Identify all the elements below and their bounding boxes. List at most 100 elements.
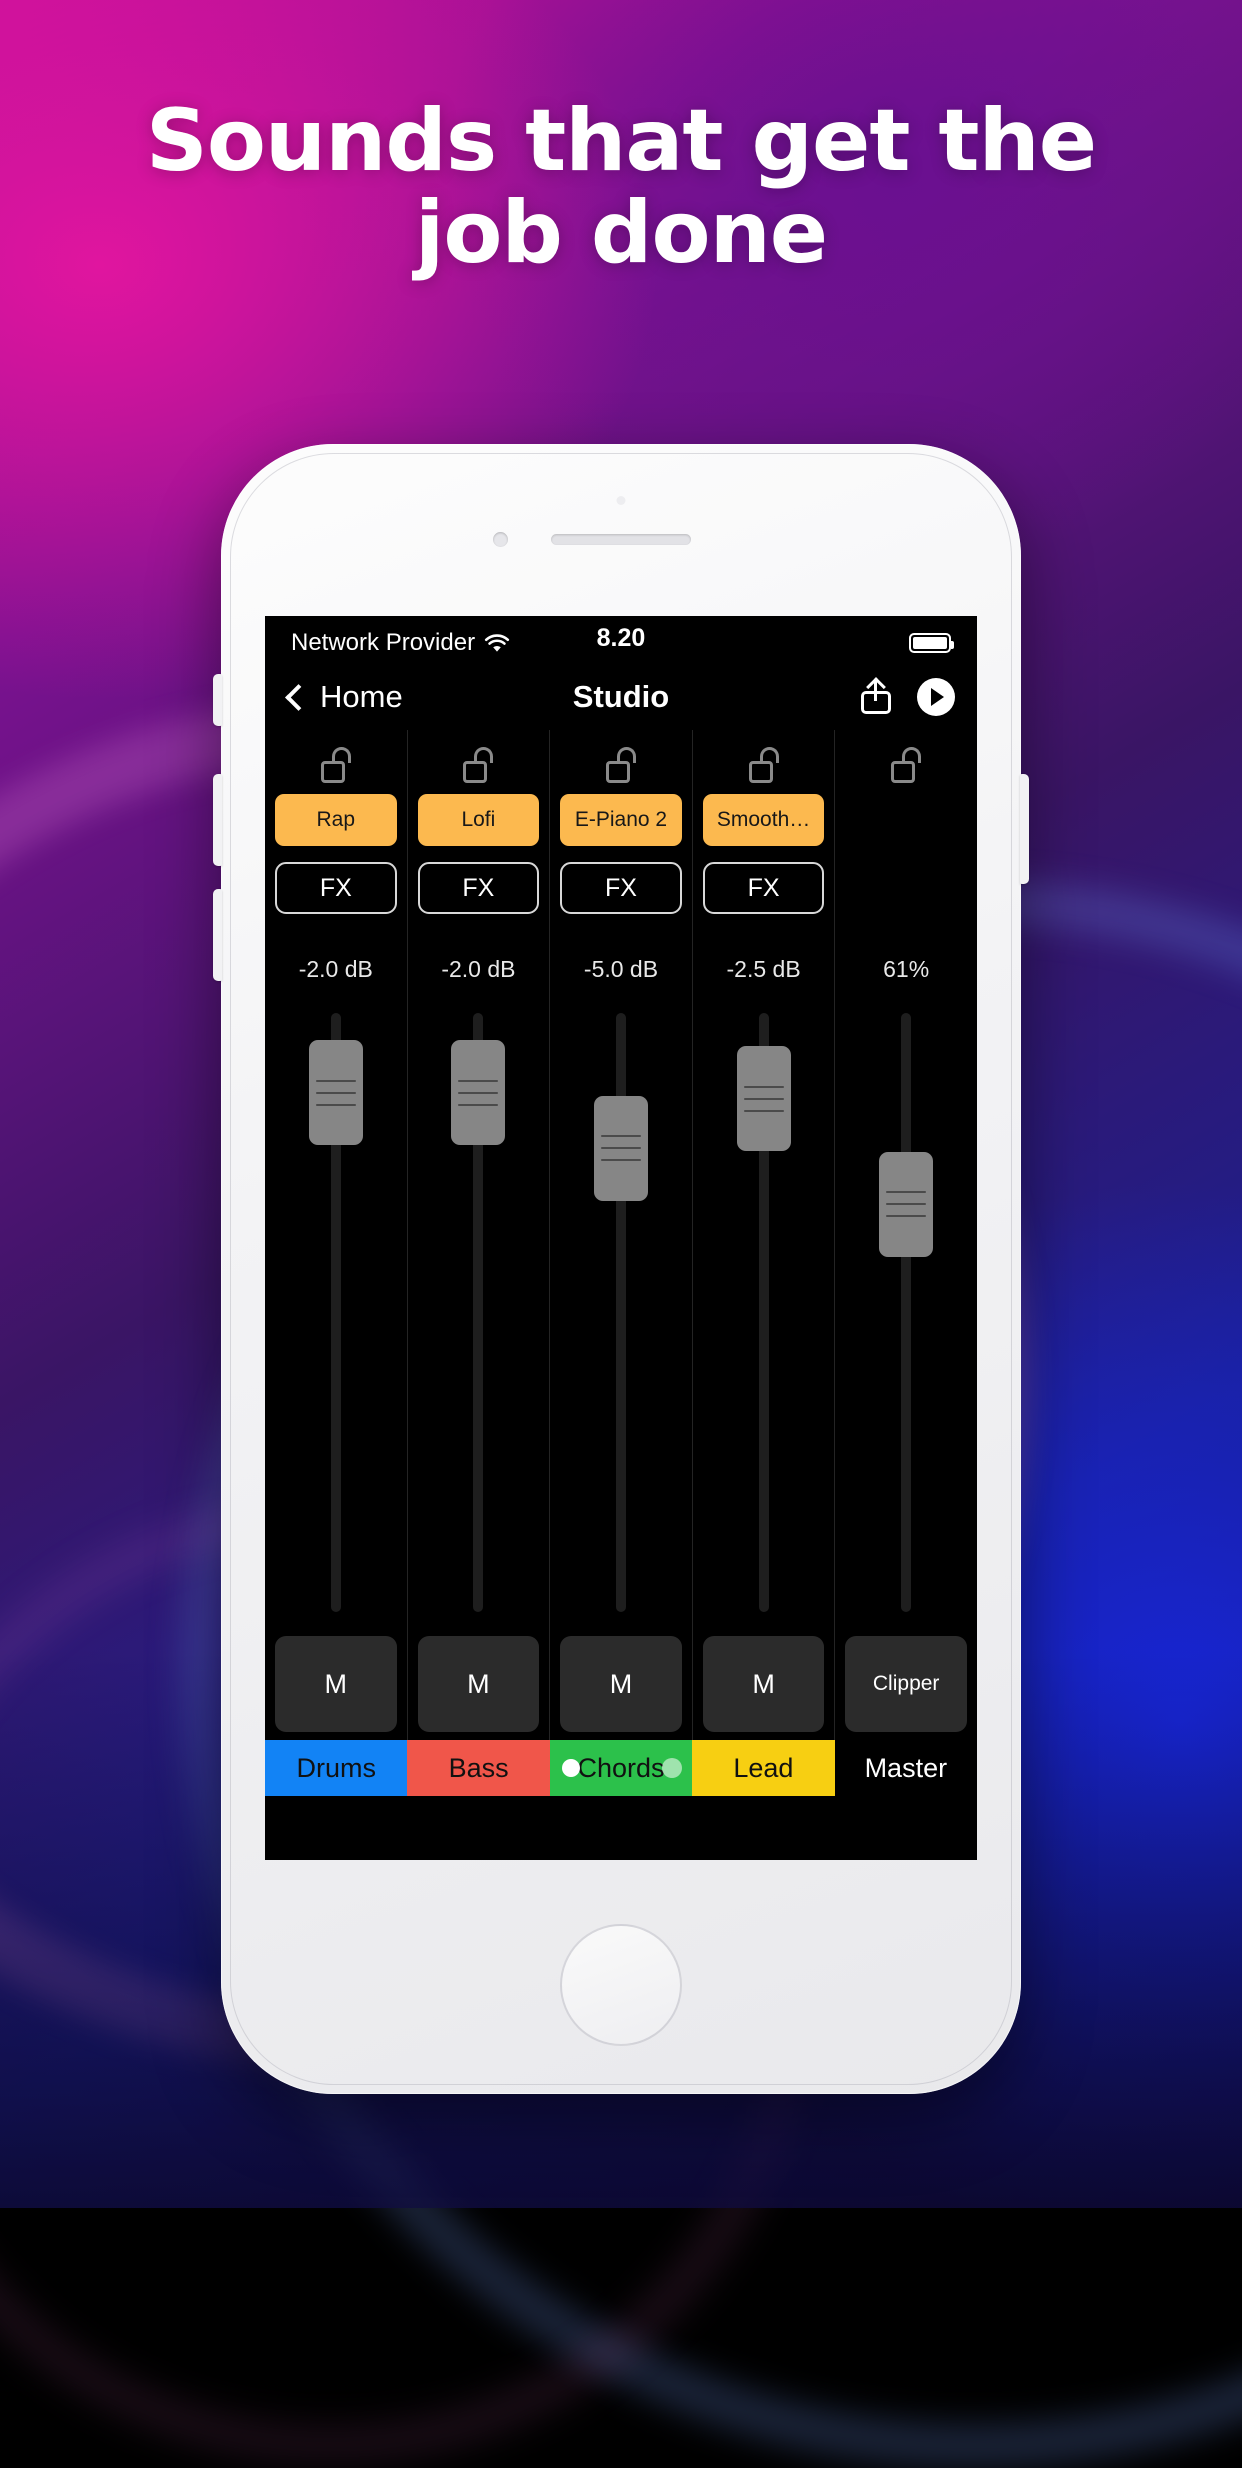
status-bar: Network Provider 8.20 <box>265 616 977 664</box>
fx-button-lead[interactable]: FX <box>702 862 825 914</box>
phone-silent-switch <box>213 674 222 726</box>
status-bar-left: Network Provider <box>291 629 510 657</box>
fader-grip-line <box>315 1079 356 1082</box>
lock-toggle-lead[interactable] <box>748 742 779 788</box>
preset-button-drums[interactable]: Rap <box>274 794 397 846</box>
fx-button-drums[interactable]: FX <box>274 862 397 914</box>
status-bar-right <box>909 633 954 653</box>
fader-handle-master[interactable] <box>879 1151 934 1257</box>
preset-button-chords[interactable]: E-Piano 2 <box>560 794 682 846</box>
fader-master[interactable] <box>835 1003 977 1622</box>
phone-earpiece-speaker <box>551 534 691 545</box>
fader-grip-line <box>458 1103 499 1106</box>
fader-grip-line <box>886 1191 927 1194</box>
unlock-icon-body <box>320 761 345 783</box>
wifi-icon <box>484 633 510 653</box>
touch-cursor-icon <box>561 1759 580 1777</box>
headline-line-2: job done <box>414 183 828 284</box>
nav-bar: Home Studio <box>265 664 977 730</box>
fader-grip-line <box>600 1147 641 1150</box>
battery-full-icon <box>909 633 954 653</box>
fader-drums[interactable] <box>265 1003 407 1622</box>
back-button[interactable]: Home <box>285 679 403 715</box>
track-tab-bass[interactable]: Bass <box>407 1740 550 1796</box>
touch-cursor-halo-icon <box>662 1758 683 1778</box>
unlock-icon <box>891 747 922 783</box>
mixer-channel-chords: E-Piano 2 FX -5.0 dB M <box>550 730 693 1740</box>
phone-proximity-sensor <box>616 496 626 505</box>
preset-button-lead[interactable]: Smooth… <box>702 794 825 846</box>
unlock-icon <box>463 747 494 783</box>
mixer-channel-master: 61% Clipper <box>835 730 977 1740</box>
unlock-icon-body <box>463 761 488 783</box>
fader-bass[interactable] <box>408 1003 550 1622</box>
lock-toggle-bass[interactable] <box>463 742 494 788</box>
mixer-channel-bass: Lofi FX -2.0 dB M <box>408 730 551 1740</box>
phone-screen: Network Provider 8.20 Home Studio Rap FX… <box>265 616 977 1860</box>
mute-button-chords[interactable]: M <box>560 1636 682 1732</box>
unlock-icon <box>320 747 351 783</box>
phone-volume-up-button <box>213 774 222 866</box>
level-value-lead: -2.5 dB <box>726 956 801 982</box>
phone-mockup: Network Provider 8.20 Home Studio Rap FX… <box>213 444 1029 2094</box>
fader-grip-line <box>315 1103 356 1106</box>
carrier-label: Network Provider <box>291 629 476 656</box>
track-tab-chords[interactable]: Chords <box>549 1740 693 1796</box>
fader-handle-drums[interactable] <box>308 1040 363 1146</box>
preset-button-bass[interactable]: Lofi <box>417 794 540 846</box>
mute-button-bass[interactable]: M <box>417 1636 540 1732</box>
level-value-master: 61% <box>883 956 930 982</box>
nav-actions <box>861 677 955 716</box>
play-icon[interactable] <box>917 678 955 716</box>
phone-volume-down-button <box>213 889 222 981</box>
fader-grip-line <box>458 1079 499 1082</box>
fader-handle-lead[interactable] <box>736 1046 791 1152</box>
chevron-left-icon <box>285 683 312 711</box>
unlock-icon <box>748 747 779 783</box>
fader-grip-line <box>458 1091 499 1094</box>
lock-toggle-drums[interactable] <box>320 742 351 788</box>
unlock-icon-body <box>605 761 630 783</box>
fader-grip-line <box>600 1159 641 1162</box>
phone-home-button <box>560 1924 682 2046</box>
lock-toggle-master[interactable] <box>891 742 922 788</box>
track-tab-master[interactable]: Master <box>834 1740 977 1796</box>
fader-grip-line <box>315 1091 356 1094</box>
fader-grip-line <box>743 1085 784 1088</box>
phone-power-button <box>1020 774 1029 884</box>
unlock-icon-body <box>891 761 916 783</box>
battery-fill <box>913 637 947 649</box>
track-tab-chords-label: Chords <box>577 1752 665 1783</box>
level-value-chords: -5.0 dB <box>583 956 659 982</box>
fx-button-chords[interactable]: FX <box>560 862 682 914</box>
unlock-icon-body <box>748 761 773 783</box>
mixer-channel-drums: Rap FX -2.0 dB M <box>265 730 408 1740</box>
headline-line-1: Sounds that get the <box>145 91 1097 191</box>
fader-grip-line <box>600 1135 641 1138</box>
fader-grip-line <box>886 1203 927 1206</box>
fx-button-bass[interactable]: FX <box>417 862 540 914</box>
level-value-drums: -2.0 dB <box>298 956 373 982</box>
unlock-icon <box>605 747 636 783</box>
fader-chords[interactable] <box>550 1003 692 1622</box>
mute-button-drums[interactable]: M <box>274 1636 397 1732</box>
level-value-bass: -2.0 dB <box>441 956 516 982</box>
lock-toggle-chords[interactable] <box>605 742 636 788</box>
fader-grip-line <box>886 1215 927 1218</box>
fader-lead[interactable] <box>693 1003 835 1622</box>
fader-handle-chords[interactable] <box>593 1095 648 1201</box>
promo-headline: Sounds that get the job done <box>0 95 1242 279</box>
fader-handle-bass[interactable] <box>451 1040 506 1146</box>
fader-track-master <box>901 1013 912 1612</box>
mixer-channel-lead: Smooth… FX -2.5 dB M <box>693 730 836 1740</box>
track-tab-lead[interactable]: Lead <box>692 1740 835 1796</box>
back-button-label: Home <box>320 679 403 714</box>
clipper-button-master[interactable]: Clipper <box>845 1636 968 1732</box>
share-icon[interactable] <box>861 677 891 714</box>
fader-grip-line <box>743 1109 784 1112</box>
track-tab-drums[interactable]: Drums <box>265 1740 408 1796</box>
fader-grip-line <box>743 1097 784 1100</box>
phone-front-camera <box>493 532 508 547</box>
track-tab-bar: Drums Bass Chords Lead Master <box>265 1740 977 1796</box>
mute-button-lead[interactable]: M <box>702 1636 825 1732</box>
